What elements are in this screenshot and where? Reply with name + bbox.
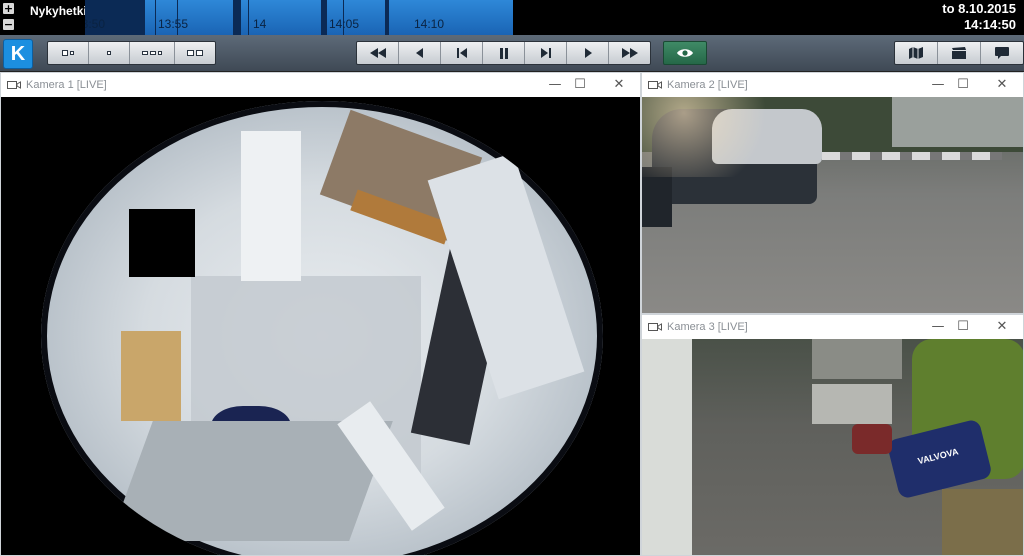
timeline-gap bbox=[321, 0, 327, 35]
layout-1-button[interactable] bbox=[48, 42, 89, 64]
wall-edge bbox=[642, 339, 692, 555]
fence bbox=[812, 384, 892, 424]
pause-button[interactable] bbox=[483, 42, 525, 64]
crosswalk bbox=[822, 152, 1002, 160]
now-label[interactable]: Nykyhetki bbox=[30, 4, 87, 18]
maximize-button[interactable]: ☐ bbox=[571, 76, 589, 94]
red-car bbox=[852, 424, 892, 454]
layout-2-icon bbox=[107, 51, 111, 55]
camera-title-bar[interactable]: Kamera 1 [LIVE] — ☐ ✕ bbox=[1, 73, 640, 98]
playback-group bbox=[356, 41, 651, 65]
layout-3-button[interactable] bbox=[130, 42, 175, 64]
video-camera-icon bbox=[648, 323, 662, 331]
clock-date: to 8.10.2015 bbox=[942, 1, 1016, 16]
camera-panel-3[interactable]: Kamera 3 [LIVE] — ☐ ✕ VALVOVA bbox=[641, 314, 1024, 556]
camera-title-bar[interactable]: Kamera 2 [LIVE] — ☐ ✕ bbox=[642, 73, 1023, 98]
timeline-tick-label: 14:05 bbox=[329, 17, 360, 31]
fast-rewind-button[interactable] bbox=[357, 42, 399, 64]
minimize-button[interactable]: — bbox=[929, 76, 947, 94]
map-button[interactable] bbox=[895, 42, 938, 64]
camera-view[interactable]: VALVOVA bbox=[642, 339, 1023, 555]
app-logo-button[interactable]: K bbox=[3, 39, 33, 69]
camera-panel-1[interactable]: Kamera 1 [LIVE] — ☐ ✕ bbox=[0, 72, 641, 556]
close-button[interactable]: ✕ bbox=[610, 76, 628, 94]
chat-button[interactable] bbox=[981, 42, 1023, 64]
eye-icon bbox=[677, 49, 693, 57]
skip-start-button[interactable] bbox=[441, 42, 483, 64]
van-logo-text: VALVOVA bbox=[916, 446, 960, 467]
blue-van: VALVOVA bbox=[886, 418, 993, 500]
chat-icon bbox=[995, 47, 1009, 59]
timeline-tick-label: 14 bbox=[253, 17, 267, 31]
skip-end-icon bbox=[540, 48, 551, 58]
building bbox=[812, 339, 902, 379]
layout-4-button[interactable] bbox=[175, 42, 215, 64]
fisheye-image bbox=[41, 101, 603, 555]
pause-icon bbox=[499, 47, 508, 59]
video-camera-icon bbox=[7, 81, 21, 89]
skip-start-icon bbox=[456, 48, 467, 58]
timeline-marker bbox=[248, 0, 249, 35]
clock: to 8.10.2015 14:14:50 bbox=[942, 1, 1016, 33]
building bbox=[892, 97, 1023, 147]
maximize-button[interactable]: ☐ bbox=[954, 76, 972, 94]
leaves bbox=[942, 489, 1023, 555]
toolbar: K bbox=[0, 35, 1024, 72]
camera-title: Kamera 2 [LIVE] bbox=[667, 79, 748, 91]
play-button[interactable] bbox=[567, 42, 609, 64]
map-icon bbox=[909, 47, 923, 59]
zoom-in-button[interactable]: + bbox=[3, 3, 14, 14]
clapperboard-button[interactable] bbox=[938, 42, 981, 64]
sun-glare bbox=[642, 97, 782, 177]
step-back-button[interactable] bbox=[399, 42, 441, 64]
maximize-button[interactable]: ☐ bbox=[954, 318, 972, 336]
live-view-button[interactable] bbox=[663, 41, 707, 65]
timeline-track[interactable]: 13:50 13:55 14 14:05 14:10 bbox=[85, 0, 513, 35]
tools-group bbox=[894, 41, 1024, 65]
timeline-tick-label: 13:55 bbox=[158, 17, 189, 31]
minimize-button[interactable]: — bbox=[929, 318, 947, 336]
privacy-mask bbox=[129, 209, 195, 277]
layout-4-icon bbox=[187, 50, 203, 56]
timeline-gap bbox=[385, 0, 389, 35]
close-button[interactable]: ✕ bbox=[993, 318, 1011, 336]
timeline-marker bbox=[155, 0, 156, 35]
desk bbox=[121, 331, 181, 421]
layout-group bbox=[47, 41, 216, 65]
camera-title: Kamera 1 [LIVE] bbox=[26, 79, 107, 91]
video-camera-icon bbox=[648, 81, 662, 89]
fast-forward-icon bbox=[621, 48, 638, 58]
camera-panel-2[interactable]: Kamera 2 [LIVE] — ☐ ✕ bbox=[641, 72, 1024, 314]
fast-forward-button[interactable] bbox=[609, 42, 650, 64]
layout-2-button[interactable] bbox=[89, 42, 130, 64]
fast-rewind-icon bbox=[369, 48, 386, 58]
close-button[interactable]: ✕ bbox=[993, 76, 1011, 94]
step-back-icon bbox=[415, 48, 423, 58]
camera-title: Kamera 3 [LIVE] bbox=[667, 321, 748, 333]
clock-time: 14:14:50 bbox=[963, 17, 1016, 32]
layout-1-icon bbox=[62, 50, 74, 56]
timeline-tick-label: 14:10 bbox=[414, 17, 445, 31]
timeline-bar: + − Nykyhetki 13:50 13:55 14 14:05 14:10… bbox=[0, 0, 1024, 35]
camera-view[interactable] bbox=[1, 97, 640, 555]
layout-3-icon bbox=[142, 51, 162, 55]
play-icon bbox=[584, 48, 592, 58]
timeline-tick-label: 13:50 bbox=[85, 17, 106, 31]
minimize-button[interactable]: — bbox=[546, 76, 564, 94]
zoom-out-button[interactable]: − bbox=[3, 19, 14, 30]
timeline-gap bbox=[233, 0, 241, 35]
camera-title-bar[interactable]: Kamera 3 [LIVE] — ☐ ✕ bbox=[642, 315, 1023, 340]
camera-view[interactable] bbox=[642, 97, 1023, 313]
white-pillar bbox=[241, 131, 301, 281]
clapperboard-icon bbox=[952, 47, 966, 59]
skip-end-button[interactable] bbox=[525, 42, 567, 64]
